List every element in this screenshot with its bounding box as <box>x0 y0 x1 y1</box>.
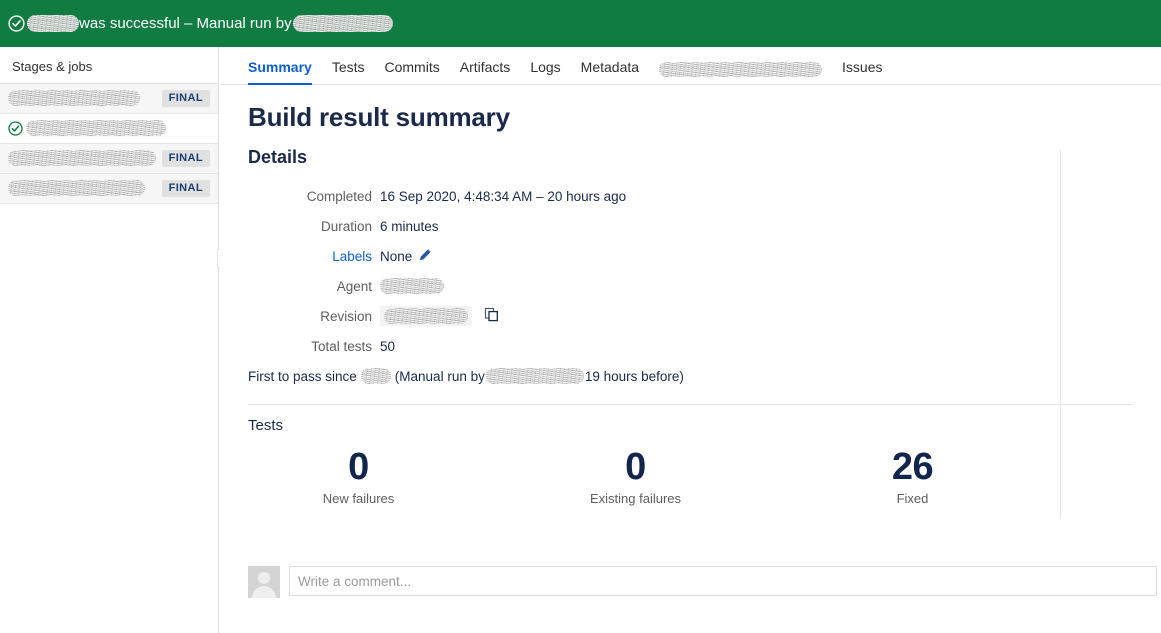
tab-tests[interactable]: Tests <box>332 59 365 84</box>
sidebar-title: Stages & jobs <box>0 47 218 83</box>
first-pass-prefix: First to pass since <box>248 369 357 384</box>
banner-text: was successful – Manual run by <box>27 15 393 32</box>
tab-bar: Summary Tests Commits Artifacts Logs Met… <box>220 47 1161 85</box>
first-pass-middle: (Manual run by <box>395 369 485 384</box>
check-circle-icon <box>8 121 23 136</box>
comment-input[interactable] <box>289 566 1157 596</box>
tab-logs[interactable]: Logs <box>530 59 560 84</box>
detail-label: Agent <box>220 279 380 294</box>
stage-row[interactable]: FINAL <box>0 173 218 203</box>
comment-area <box>248 566 1157 598</box>
tab-summary[interactable]: Summary <box>248 59 312 84</box>
build-status-banner: was successful – Manual run by <box>0 0 1161 47</box>
stat-label: Fixed <box>774 491 1051 506</box>
redacted-build-ref <box>361 368 391 384</box>
detail-value: 6 minutes <box>380 219 439 234</box>
detail-value: 16 Sep 2020, 4:48:34 AM – 20 hours ago <box>380 189 626 204</box>
pencil-icon[interactable] <box>418 248 432 265</box>
user-avatar-icon <box>248 566 280 598</box>
first-pass-suffix: 19 hours before) <box>585 369 684 384</box>
tests-heading: Tests <box>220 405 1161 434</box>
stat-value: 0 <box>220 448 497 488</box>
copy-icon[interactable] <box>484 307 499 325</box>
redacted-stage-name <box>26 120 166 138</box>
tests-stats: 0 New failures 0 Existing failures 26 Fi… <box>220 448 1161 506</box>
detail-value: 50 <box>380 339 395 354</box>
labels-value-text: None <box>380 249 412 264</box>
detail-label-labels-link[interactable]: Labels <box>220 249 380 264</box>
detail-row-total-tests: Total tests 50 <box>220 331 1161 361</box>
stat-new-failures: 0 New failures <box>220 448 497 506</box>
stage-row[interactable]: FINAL <box>0 143 218 173</box>
status-badge: FINAL <box>162 180 210 197</box>
detail-row-agent: Agent <box>220 271 1161 301</box>
redacted-stage-name <box>8 150 156 168</box>
stat-label: New failures <box>220 491 497 506</box>
stage-row[interactable] <box>0 113 218 143</box>
detail-row-revision: Revision <box>220 301 1161 331</box>
detail-label: Total tests <box>220 339 380 354</box>
detail-value: None <box>380 248 432 265</box>
detail-value-agent-redacted <box>380 278 444 294</box>
stat-label: Existing failures <box>497 491 774 506</box>
tab-metadata[interactable]: Metadata <box>581 59 639 84</box>
avatar-body <box>252 586 276 598</box>
detail-value-revision-redacted <box>380 306 499 326</box>
redacted-stage-name <box>8 90 140 108</box>
tab-redacted[interactable] <box>659 62 822 84</box>
redacted-user-name <box>293 15 393 32</box>
redacted-stage-name <box>8 180 145 198</box>
detail-row-duration: Duration 6 minutes <box>220 211 1161 241</box>
detail-row-labels: Labels None <box>220 241 1161 271</box>
status-badge: FINAL <box>162 150 210 167</box>
stat-value: 0 <box>497 448 774 488</box>
redacted-build-name <box>27 15 79 32</box>
sidebar-list-end-divider <box>0 203 218 204</box>
stages-jobs-sidebar: Stages & jobs FINAL FINAL FINAL <box>0 47 219 633</box>
tab-commits[interactable]: Commits <box>385 59 440 84</box>
detail-label: Revision <box>220 309 380 324</box>
detail-row-first-to-pass: First to pass since (Manual run by 19 ho… <box>220 361 1161 391</box>
details-heading: Details <box>220 133 1161 168</box>
revision-chip <box>380 306 472 326</box>
stage-row[interactable]: FINAL <box>0 83 218 113</box>
redacted-user-name <box>486 368 584 384</box>
stat-existing-failures: 0 Existing failures <box>497 448 774 506</box>
detail-row-completed: Completed 16 Sep 2020, 4:48:34 AM – 20 h… <box>220 181 1161 211</box>
stat-value: 26 <box>774 448 1051 488</box>
banner-status-text: was successful – Manual run by <box>79 15 292 32</box>
detail-label: Completed <box>220 189 380 204</box>
tab-artifacts[interactable]: Artifacts <box>460 59 511 84</box>
tab-issues[interactable]: Issues <box>842 59 882 84</box>
avatar-head <box>258 572 270 584</box>
main-content: Summary Tests Commits Artifacts Logs Met… <box>220 47 1161 633</box>
page-title: Build result summary <box>220 85 1161 133</box>
stat-fixed: 26 Fixed <box>774 448 1051 506</box>
status-badge: FINAL <box>162 90 210 107</box>
content-right-divider <box>1060 150 1061 518</box>
details-list: Completed 16 Sep 2020, 4:48:34 AM – 20 h… <box>220 181 1161 391</box>
check-circle-icon <box>8 15 25 32</box>
detail-label: Duration <box>220 219 380 234</box>
